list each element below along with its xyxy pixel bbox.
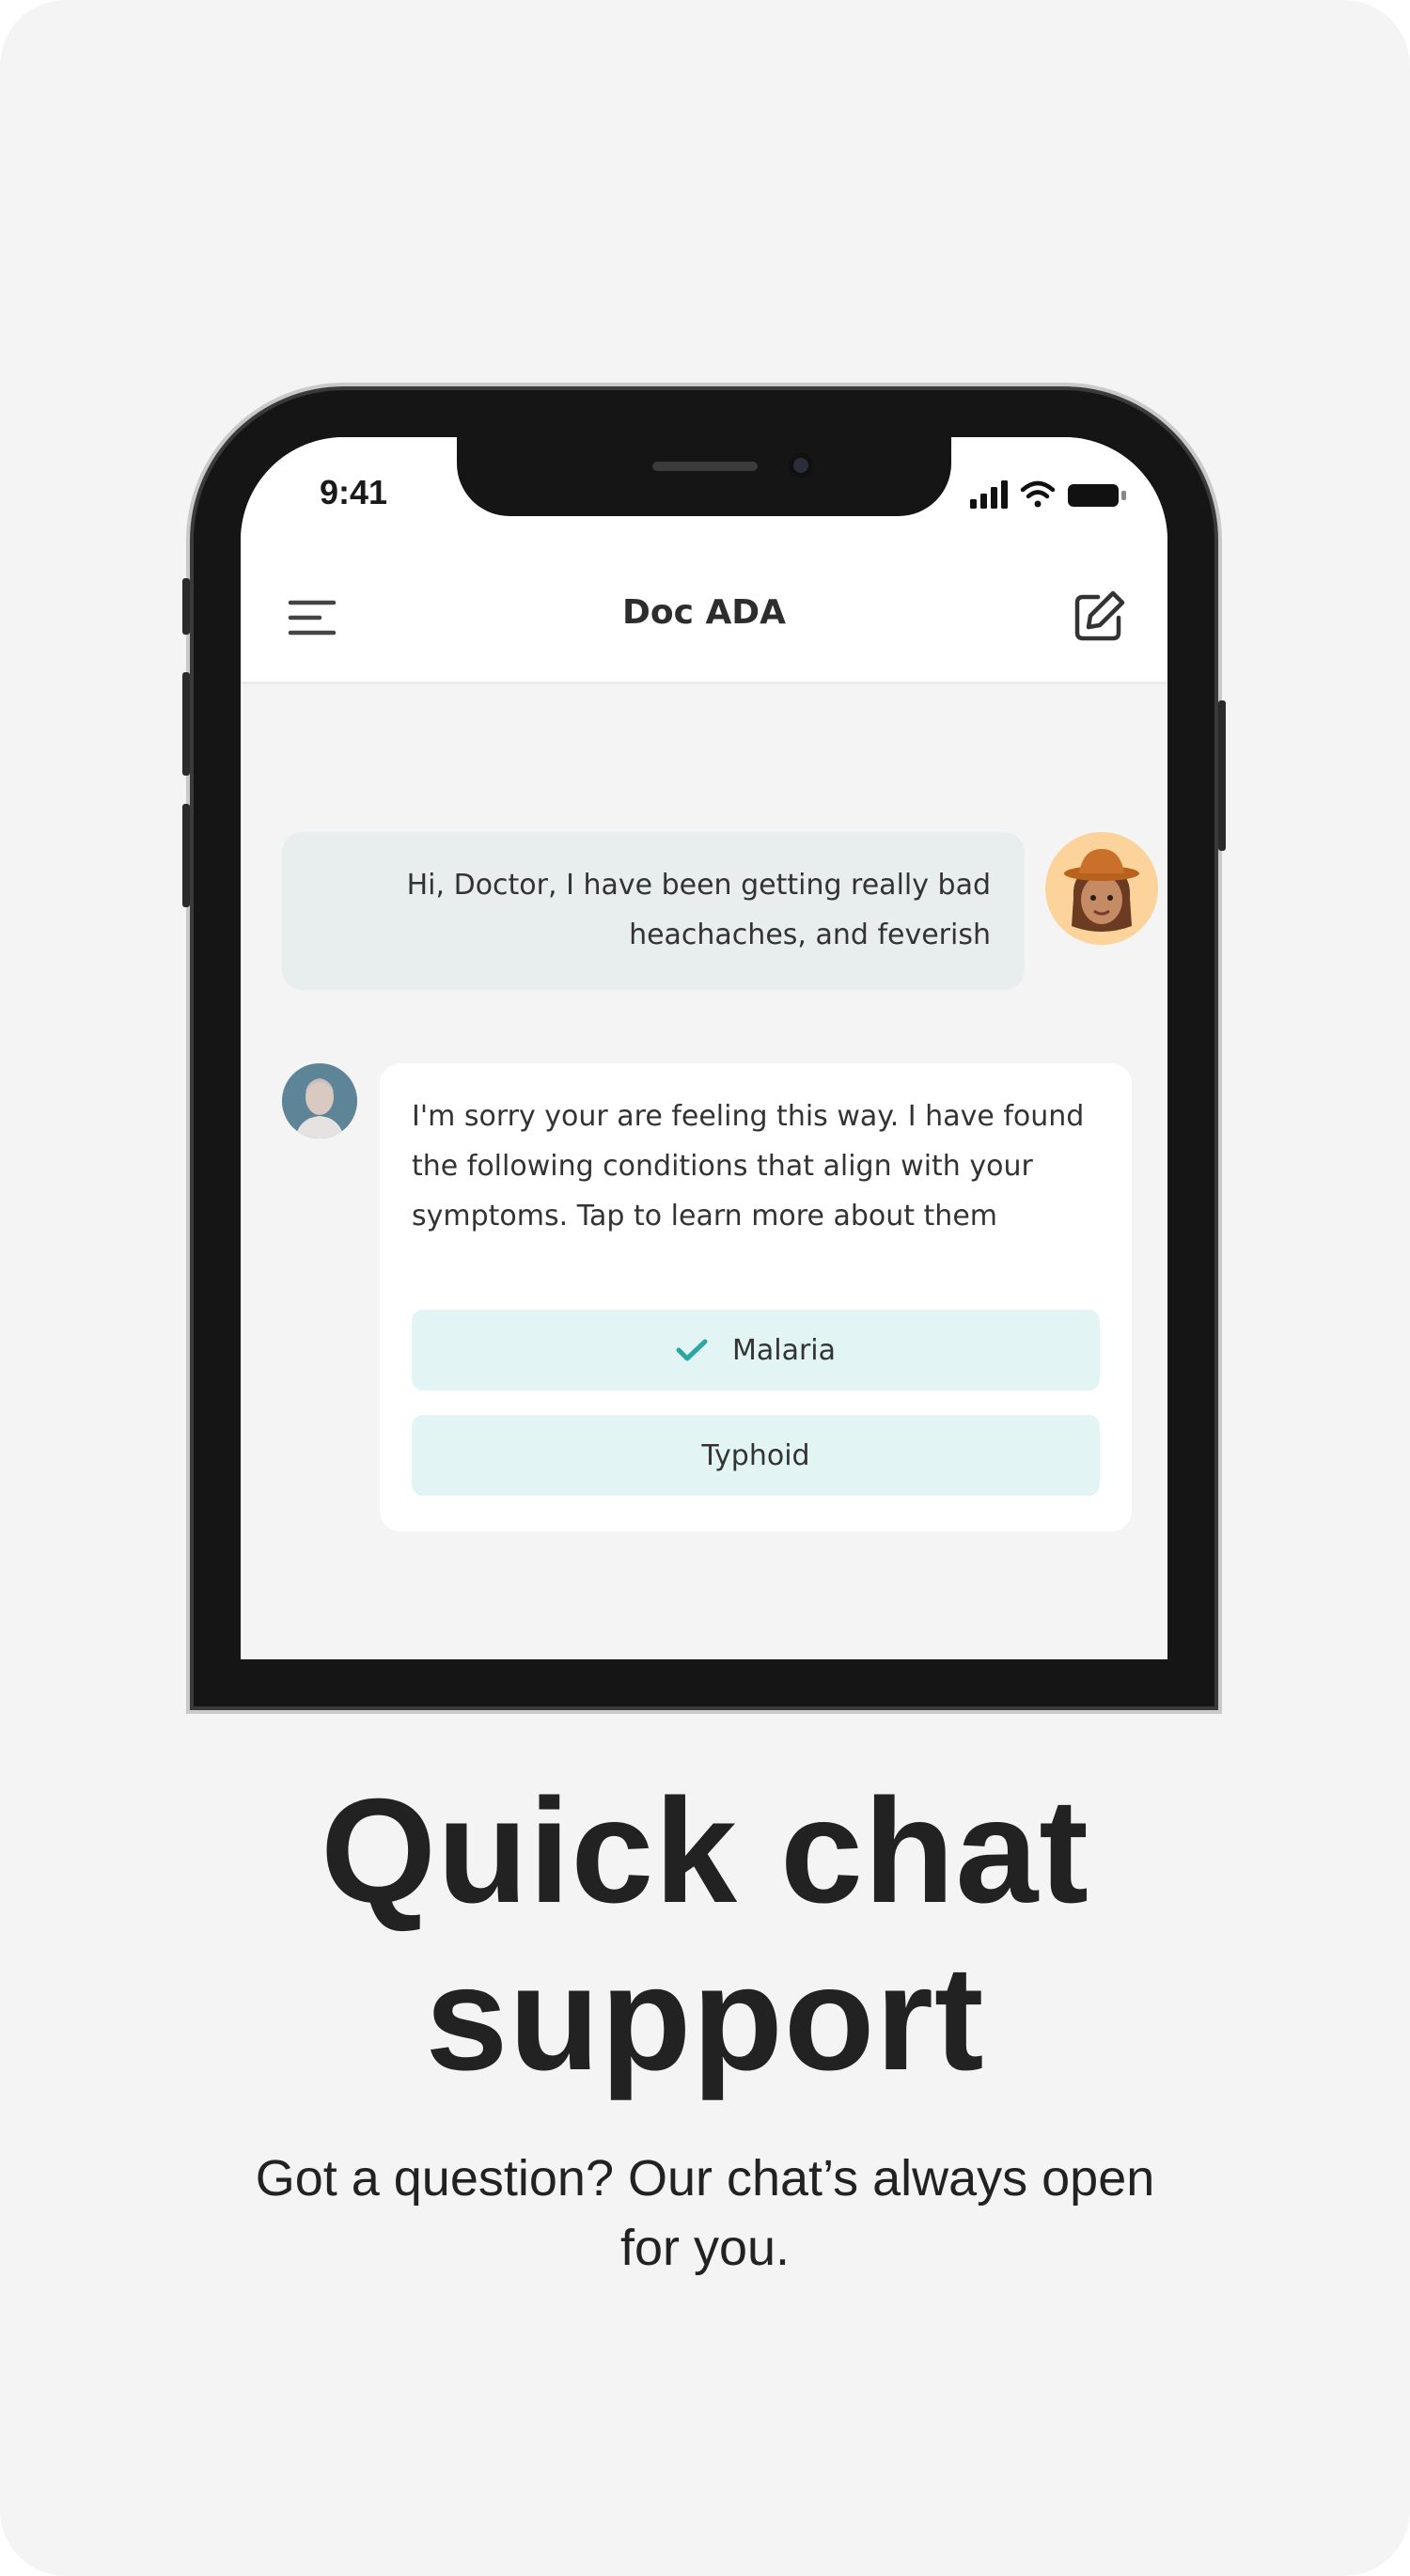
subtitle-line: Got a question? Our chat’s always open: [255, 2150, 1155, 2207]
user-avatar: [1045, 832, 1158, 945]
bot-message-bubble: I'm sorry your are feeling this way. I h…: [380, 1063, 1132, 1531]
app-header: Doc ADA: [241, 550, 1167, 684]
bot-avatar: [282, 1063, 357, 1139]
headline-line: support: [425, 1936, 985, 2101]
front-camera: [788, 452, 814, 479]
status-bar: 9:41: [241, 437, 1167, 550]
status-time: 9:41: [320, 473, 388, 511]
status-icons: [970, 480, 1126, 509]
subtitle-line: for you.: [619, 2220, 791, 2276]
phone-volume-down: [182, 804, 190, 907]
user-memoji-avatar: [1064, 849, 1139, 932]
app-title: Doc ADA: [621, 593, 787, 632]
condition-option-malaria[interactable]: Malaria: [412, 1310, 1100, 1390]
phone-mockup: 9:41 Doc ADA Hi, Doctor, I have been get…: [182, 390, 1226, 1706]
onboarding-card: 9:41 Doc ADA Hi, Doctor, I have been get…: [0, 0, 1410, 2576]
option-label: Malaria: [731, 1333, 837, 1367]
headline-line: Quick chat: [321, 1768, 1089, 1934]
page-subtitle: Got a question? Our chat’s always open f…: [188, 2144, 1222, 2283]
checkmark-icon: [676, 1339, 708, 1361]
option-label: Typhoid: [701, 1438, 810, 1472]
speaker-grille: [652, 462, 758, 471]
wifi-icon: [1020, 480, 1056, 508]
phone-notch: [457, 437, 951, 516]
phone-power-button: [1218, 700, 1226, 851]
phone-volume-up: [182, 672, 190, 776]
battery-icon: [1068, 484, 1126, 507]
doctor-bot-avatar: [282, 1063, 357, 1139]
user-message-bubble: Hi, Doctor, I have been getting really b…: [282, 832, 1025, 990]
condition-option-typhoid[interactable]: Typhoid: [412, 1415, 1100, 1496]
phone-screen: 9:41 Doc ADA Hi, Doctor, I have been get…: [241, 437, 1167, 1659]
user-message-line: heachaches, and feverish: [629, 919, 991, 951]
bot-message-text: I'm sorry your are feeling this way. I h…: [412, 1100, 1085, 1233]
page-title: Quick chat support: [0, 1767, 1410, 2102]
cellular-signal-icon: [970, 480, 1008, 509]
phone-mute-switch: [182, 578, 190, 635]
user-message-line: Hi, Doctor, I have been getting really b…: [406, 869, 991, 902]
compose-edit-icon[interactable]: [1072, 589, 1126, 644]
